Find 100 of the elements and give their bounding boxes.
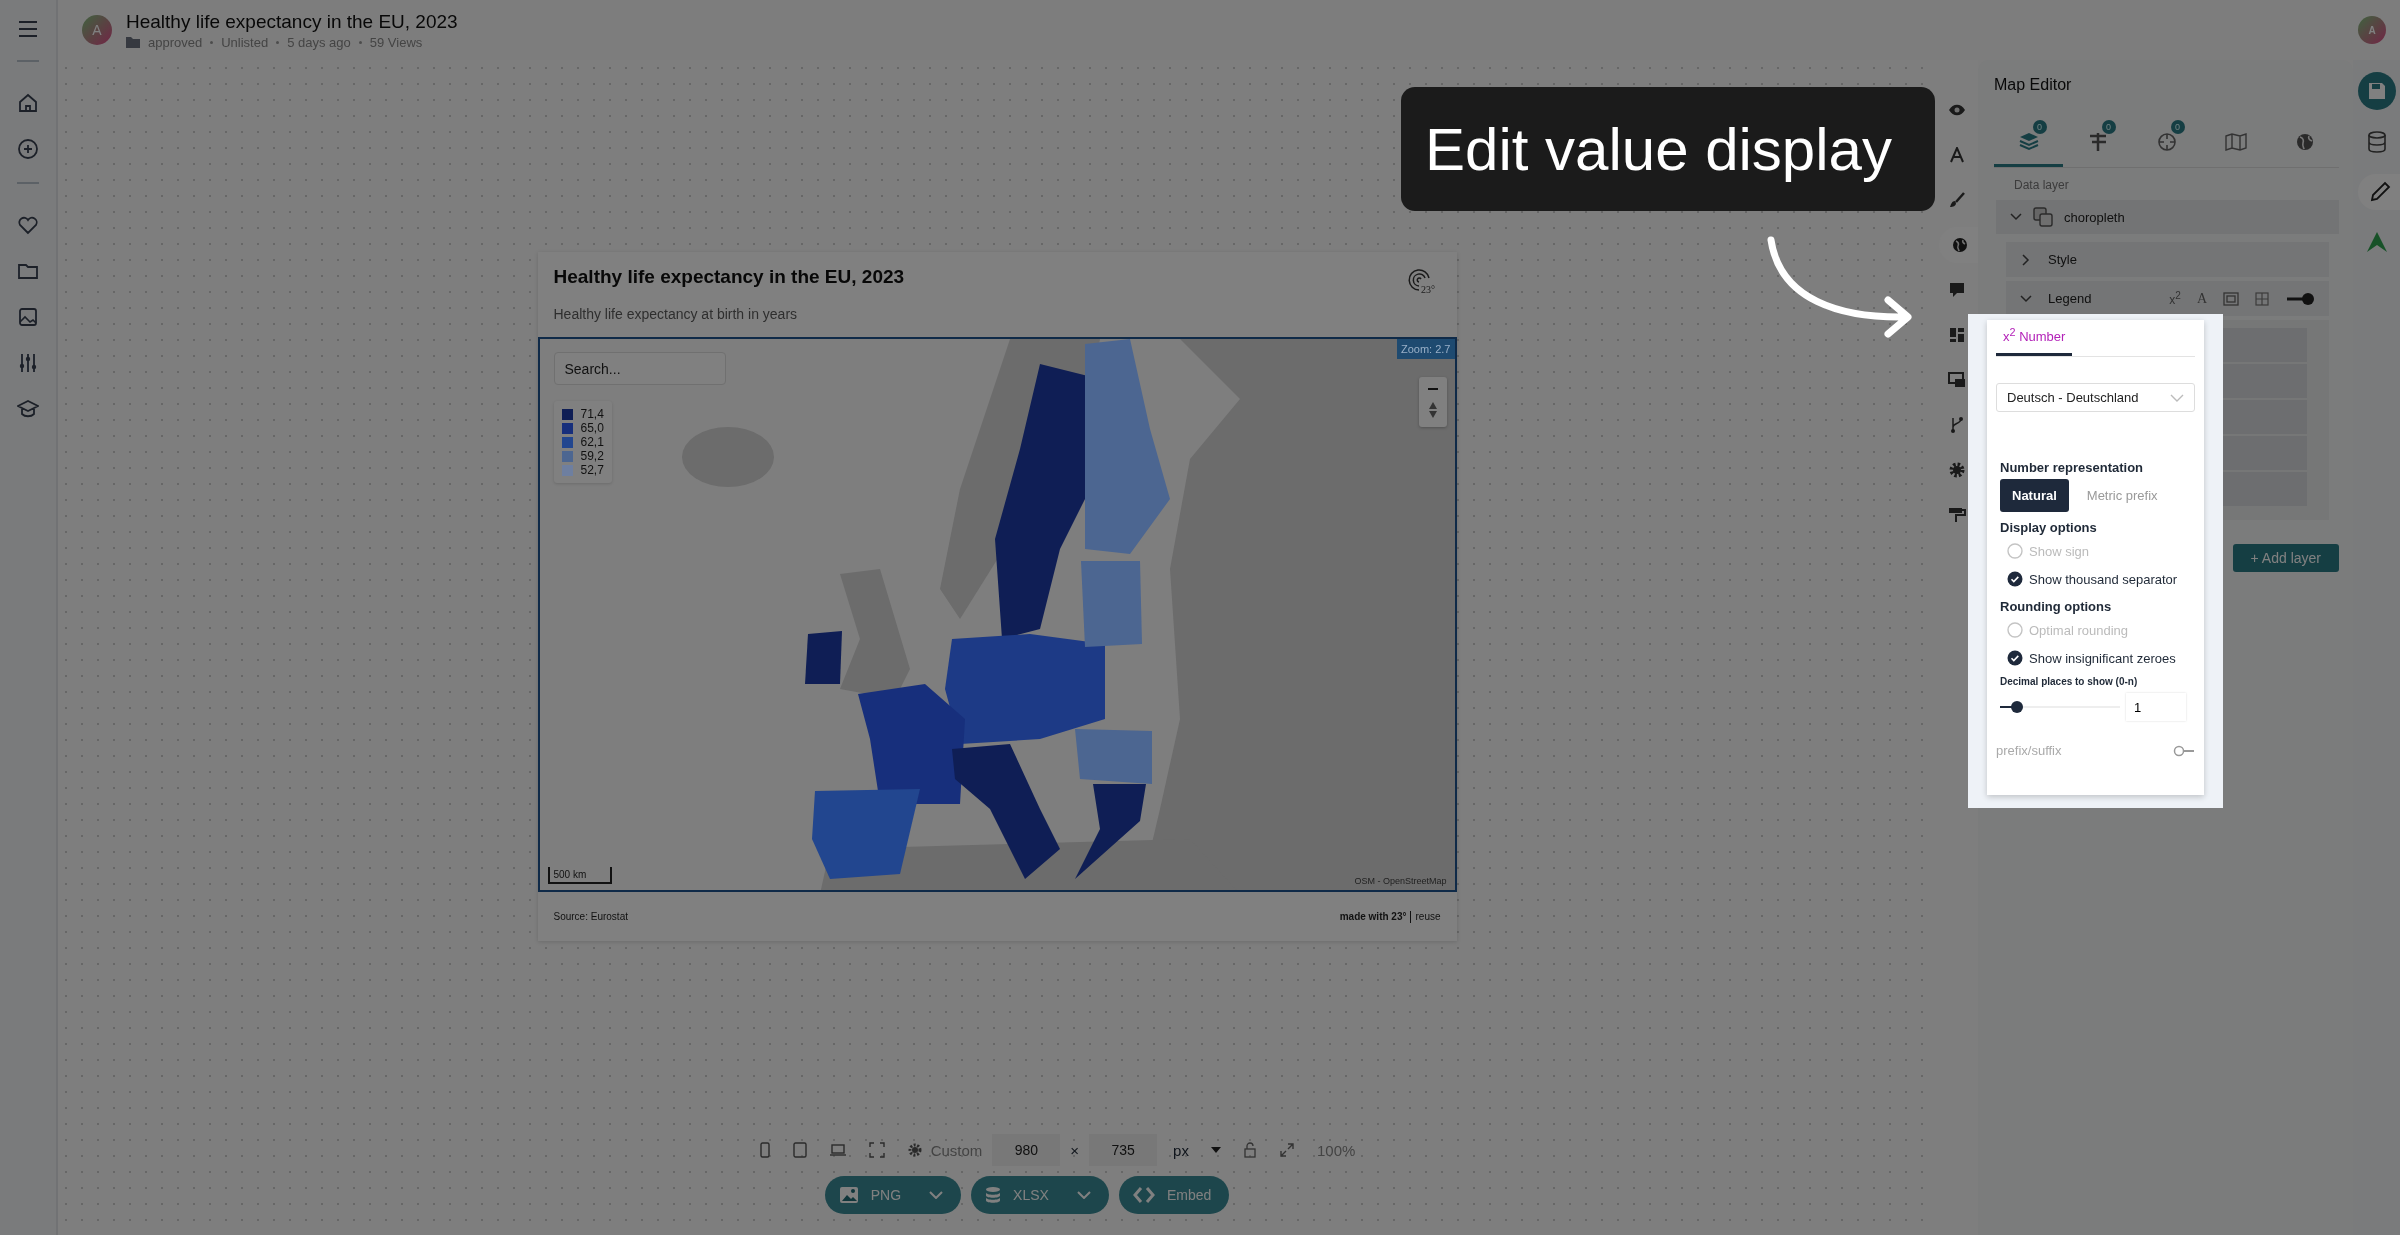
count-badge: 0: [2101, 120, 2116, 134]
zoom-percent: 100%: [1316, 1141, 1356, 1159]
layers-icon[interactable]: [2017, 132, 2040, 152]
height-field[interactable]: 735: [1089, 1134, 1158, 1166]
code-icon: [1132, 1186, 1155, 1204]
tablet-icon[interactable]: [792, 1142, 807, 1158]
count-badge: 0: [2032, 120, 2047, 134]
section-label: Data layer: [2014, 178, 2070, 192]
paint-roller-icon[interactable]: [1948, 507, 1966, 523]
group-row[interactable]: Style: [2006, 242, 2329, 277]
branch-icon[interactable]: [1948, 417, 1966, 433]
map-attribution: OSM - OpenStreetMap: [1354, 876, 1447, 886]
zoom-out-icon[interactable]: [1425, 387, 1440, 391]
database-icon[interactable]: [2365, 131, 2388, 153]
crosshair-icon[interactable]: [2155, 132, 2178, 152]
decimals-field[interactable]: 1: [2126, 693, 2186, 722]
settings-icon[interactable]: [906, 1142, 923, 1158]
radio-check[interactable]: [2007, 622, 2023, 639]
option-label: Optimal rounding: [2029, 622, 2128, 638]
legend-label: 71,4: [580, 407, 604, 421]
search-field[interactable]: Search...: [553, 352, 726, 385]
times-sign: ×: [1070, 1141, 1080, 1159]
zoom-level-badge: Zoom: 2.7: [1396, 339, 1455, 359]
toggle-switch[interactable]: [2173, 744, 2195, 757]
heart-icon[interactable]: [17, 214, 39, 236]
logo-icon[interactable]: [2365, 231, 2388, 253]
menu-icon[interactable]: [17, 20, 39, 38]
globe-icon[interactable]: [1951, 237, 1969, 253]
frame-icon[interactable]: [2223, 291, 2239, 306]
eye-icon[interactable]: [1948, 102, 1966, 118]
resize-icon[interactable]: [1278, 1142, 1295, 1158]
rail-button[interactable]: [2357, 72, 2396, 110]
text-icon[interactable]: [1948, 147, 1966, 163]
chevron-icon[interactable]: [2020, 294, 2032, 303]
add-layer-button[interactable]: + Add layer: [2232, 544, 2339, 572]
grid-icon[interactable]: [2255, 291, 2269, 306]
decimals-label: Decimal places to show (0-n): [2000, 676, 2139, 688]
caret-icon[interactable]: [1210, 1147, 1221, 1153]
lock-icon[interactable]: [1242, 1142, 1257, 1158]
export-button[interactable]: XLSX: [971, 1176, 1109, 1214]
export-button[interactable]: Embed: [1118, 1176, 1230, 1214]
segment-option[interactable]: Metric prefix: [2074, 479, 2170, 513]
group-label: Legend: [2048, 291, 2092, 306]
layer-name: choropleth: [2064, 209, 2125, 225]
editor-tab[interactable]: 0: [2063, 120, 2132, 164]
segment-option[interactable]: Natural: [2000, 479, 2069, 513]
radio-check[interactable]: [2007, 543, 2023, 560]
chevron-icon[interactable]: [2022, 253, 2030, 266]
locale-select[interactable]: Deutsch - Deutschland: [1996, 383, 2195, 413]
tooltip-callout: Edit value display: [1401, 87, 1935, 211]
layer-icon: [2032, 206, 2054, 228]
graduation-cap-icon[interactable]: [17, 398, 39, 420]
fullscreen-icon[interactable]: [868, 1142, 885, 1158]
user-avatar[interactable]: A: [2358, 16, 2386, 44]
editor-tab[interactable]: 0: [1994, 120, 2063, 167]
meta-text: Unlisted: [221, 34, 269, 50]
map-title: Healthy life expectancy in the EU, 2023: [553, 266, 905, 288]
phone-icon[interactable]: [758, 1142, 771, 1158]
toggle-switch[interactable]: [2285, 291, 2315, 306]
count-badge: 0: [2170, 120, 2185, 134]
monitor-icon[interactable]: [1948, 372, 1966, 388]
option-label: Show insignificant zeroes: [2029, 650, 2176, 666]
editor-tab[interactable]: 0: [2132, 120, 2201, 164]
comment-icon[interactable]: [1948, 282, 1966, 298]
layout-icon[interactable]: [1948, 327, 1966, 343]
panel-title: Map Editor: [1994, 76, 2073, 94]
group-row[interactable]: Legend x$^{2}$ A: [2006, 281, 2329, 316]
avatar[interactable]: A: [82, 15, 112, 45]
laptop-icon[interactable]: [828, 1143, 847, 1157]
brush-icon[interactable]: [1948, 192, 1966, 208]
width-field[interactable]: 980: [992, 1134, 1061, 1166]
map-subtitle: Healthy life expectancy at birth in years: [553, 306, 799, 322]
radio-check[interactable]: [2007, 571, 2023, 588]
group-label: Style: [2048, 252, 2077, 267]
radio-check[interactable]: [2007, 650, 2023, 667]
layer-row[interactable]: choropleth: [1996, 200, 2339, 234]
add-icon[interactable]: [17, 138, 39, 160]
format-number-tool[interactable]: x$^{2}$: [2169, 290, 2181, 307]
number-tab[interactable]: x$^{2}$ Number: [1996, 320, 2073, 357]
meta-text: 59 Views: [369, 34, 423, 50]
source-text: Source: Eurostat: [553, 911, 628, 922]
settings-icon[interactable]: [1948, 462, 1966, 478]
meta-text: approved: [148, 34, 203, 50]
legend-label: 62,1: [580, 435, 604, 449]
export-button[interactable]: PNG: [824, 1176, 962, 1214]
text-style-tool[interactable]: A: [2196, 290, 2207, 307]
pencil-icon[interactable]: [2368, 181, 2391, 203]
preset-label: Custom: [930, 1141, 983, 1159]
image-icon[interactable]: [17, 306, 39, 328]
legend-label: 65,0: [580, 421, 604, 435]
sliders-icon[interactable]: [17, 352, 39, 374]
reuse-link[interactable]: reuse: [1415, 911, 1441, 922]
home-icon[interactable]: [17, 92, 39, 114]
database-icon: [985, 1186, 1002, 1204]
section-heading: Display options: [2000, 520, 2098, 536]
rail-button[interactable]: [2357, 174, 2400, 210]
chevron-icon[interactable]: [2010, 213, 2022, 221]
scale-bar: 500 km: [547, 867, 612, 884]
option-label: Show sign: [2029, 543, 2089, 559]
map-icon[interactable]: [2224, 132, 2247, 152]
